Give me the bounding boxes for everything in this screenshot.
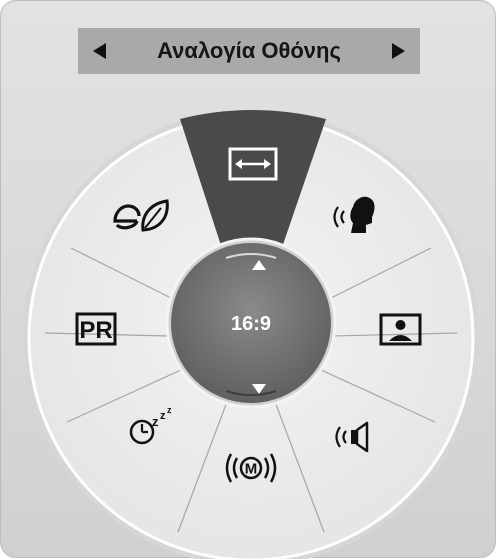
program-edit-icon: PR	[75, 312, 117, 346]
center-selector[interactable]: 16:9	[165, 237, 337, 409]
quick-menu-panel: Αναλογία Οθόνης M z z z PR 16:9	[0, 0, 496, 559]
menu-dial: M z z z PR 16:9	[23, 110, 479, 559]
svg-text:z: z	[167, 405, 172, 415]
svg-text:z: z	[160, 410, 166, 422]
menu-item-program[interactable]: PR	[75, 312, 117, 346]
svg-text:z: z	[152, 414, 159, 429]
svg-text:M: M	[245, 461, 258, 478]
svg-text:PR: PR	[79, 317, 112, 344]
aspect-ratio-value: 16:9	[231, 313, 271, 335]
